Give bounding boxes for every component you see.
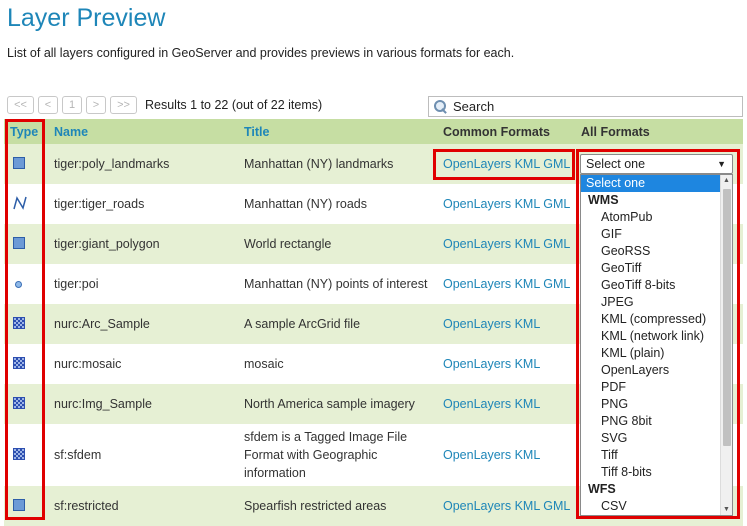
option-pdf[interactable]: PDF bbox=[581, 379, 732, 396]
raster-icon bbox=[13, 396, 25, 409]
common-formats-links[interactable]: OpenLayers KML GML bbox=[443, 197, 570, 211]
common-formats-links[interactable]: OpenLayers KML bbox=[443, 317, 540, 331]
page-description: List of all layers configured in GeoServ… bbox=[7, 46, 515, 60]
common-formats-links[interactable]: OpenLayers KML bbox=[443, 448, 540, 462]
layer-name: tiger:poi bbox=[54, 277, 99, 291]
option-csv[interactable]: CSV bbox=[581, 498, 732, 515]
layer-name: nurc:mosaic bbox=[54, 357, 122, 371]
header-all-formats: All Formats bbox=[575, 119, 743, 144]
layer-title: sfdem is a Tagged Image File Format with… bbox=[238, 424, 437, 486]
search-icon bbox=[434, 100, 447, 113]
layer-name: nurc:Arc_Sample bbox=[54, 317, 150, 331]
layer-title-line: sfdem is a Tagged Image File bbox=[244, 430, 408, 444]
polygon-icon bbox=[13, 498, 25, 511]
polygon-icon bbox=[13, 236, 25, 249]
select-current-value: Select one bbox=[586, 157, 646, 171]
common-formats-links[interactable]: OpenLayers KML GML bbox=[443, 277, 570, 291]
common-formats-links[interactable]: OpenLayers KML bbox=[443, 397, 540, 411]
option-atompub[interactable]: AtomPub bbox=[581, 209, 732, 226]
option-png-8bit[interactable]: PNG 8bit bbox=[581, 413, 732, 430]
raster-icon bbox=[13, 356, 25, 369]
search-label: Search bbox=[453, 99, 495, 114]
option-kml-compressed[interactable]: KML (compressed) bbox=[581, 311, 732, 328]
scroll-down-icon[interactable]: ▼ bbox=[723, 506, 730, 513]
page-title: Layer Preview bbox=[7, 4, 166, 32]
option-select-one[interactable]: Select one bbox=[581, 175, 732, 192]
chevron-down-icon: ▼ bbox=[717, 159, 726, 169]
prev-page-button[interactable]: < bbox=[38, 96, 58, 114]
first-page-button[interactable]: << bbox=[7, 96, 34, 114]
header-title[interactable]: Title bbox=[238, 119, 437, 144]
results-status: Results 1 to 22 (out of 22 items) bbox=[145, 98, 323, 112]
scroll-up-icon[interactable]: ▲ bbox=[723, 177, 730, 184]
layer-title-line: information bbox=[244, 466, 306, 480]
header-name[interactable]: Name bbox=[48, 119, 238, 144]
point-icon bbox=[15, 281, 22, 288]
option-tiff-8bits[interactable]: Tiff 8-bits bbox=[581, 464, 732, 481]
options-scrollbar[interactable]: ▲ ▼ bbox=[720, 175, 732, 515]
common-formats-links[interactable]: OpenLayers KML GML bbox=[443, 499, 570, 513]
layer-title: North America sample imagery bbox=[244, 397, 415, 411]
common-formats-links[interactable]: OpenLayers KML bbox=[443, 357, 540, 371]
layer-name: sf:restricted bbox=[54, 499, 119, 513]
header-common-formats: Common Formats bbox=[437, 119, 575, 144]
option-tiff[interactable]: Tiff bbox=[581, 447, 732, 464]
all-formats-select[interactable]: Select one ▼ bbox=[580, 154, 733, 174]
option-kml-plain[interactable]: KML (plain) bbox=[581, 345, 732, 362]
layer-name: sf:sfdem bbox=[54, 448, 102, 462]
layer-title: Spearfish restricted areas bbox=[244, 499, 387, 513]
option-gif[interactable]: GIF bbox=[581, 226, 732, 243]
layer-title: World rectangle bbox=[244, 237, 332, 251]
option-png[interactable]: PNG bbox=[581, 396, 732, 413]
layer-title: Manhattan (NY) points of interest bbox=[244, 277, 428, 291]
line-icon bbox=[13, 195, 27, 210]
common-formats-links[interactable]: OpenLayers KML GML bbox=[443, 237, 570, 251]
page-1-button[interactable]: 1 bbox=[62, 96, 82, 114]
option-svg[interactable]: SVG bbox=[581, 430, 732, 447]
next-page-button[interactable]: > bbox=[86, 96, 106, 114]
common-formats-links[interactable]: OpenLayers KML GML bbox=[443, 157, 570, 171]
scrollbar-thumb[interactable] bbox=[723, 189, 731, 446]
layer-name: tiger:giant_polygon bbox=[54, 237, 160, 251]
option-kml-network-link[interactable]: KML (network link) bbox=[581, 328, 732, 345]
raster-icon bbox=[13, 316, 25, 329]
last-page-button[interactable]: >> bbox=[110, 96, 137, 114]
layer-name: tiger:poly_landmarks bbox=[54, 157, 170, 171]
all-formats-options-list[interactable]: Select one WMS AtomPub GIF GeoRSS GeoTif… bbox=[580, 174, 733, 516]
layer-title: Manhattan (NY) roads bbox=[244, 197, 367, 211]
option-georss[interactable]: GeoRSS bbox=[581, 243, 732, 260]
polygon-icon bbox=[13, 156, 25, 169]
option-geotiff[interactable]: GeoTiff bbox=[581, 260, 732, 277]
all-formats-select-value[interactable]: Select one ▼ bbox=[580, 154, 733, 174]
option-openlayers[interactable]: OpenLayers bbox=[581, 362, 732, 379]
optgroup-wms: WMS bbox=[588, 193, 619, 207]
header-type[interactable]: Type bbox=[4, 119, 48, 144]
option-jpeg[interactable]: JPEG bbox=[581, 294, 732, 311]
layer-title: Manhattan (NY) landmarks bbox=[244, 157, 394, 171]
option-geotiff-8bits[interactable]: GeoTiff 8-bits bbox=[581, 277, 732, 294]
layer-name: nurc:Img_Sample bbox=[54, 397, 152, 411]
layer-title: mosaic bbox=[244, 357, 284, 371]
layer-title: A sample ArcGrid file bbox=[244, 317, 361, 331]
pager: << < 1 > >> Results 1 to 22 (out of 22 i… bbox=[7, 95, 322, 115]
layer-name: tiger:tiger_roads bbox=[54, 197, 145, 211]
search-input[interactable]: Search bbox=[428, 96, 743, 117]
layer-title-line: Format with Geographic bbox=[244, 448, 378, 462]
optgroup-wfs: WFS bbox=[588, 482, 616, 496]
raster-icon bbox=[13, 447, 25, 460]
table-header-row: Type Name Title Common Formats All Forma… bbox=[4, 119, 743, 144]
